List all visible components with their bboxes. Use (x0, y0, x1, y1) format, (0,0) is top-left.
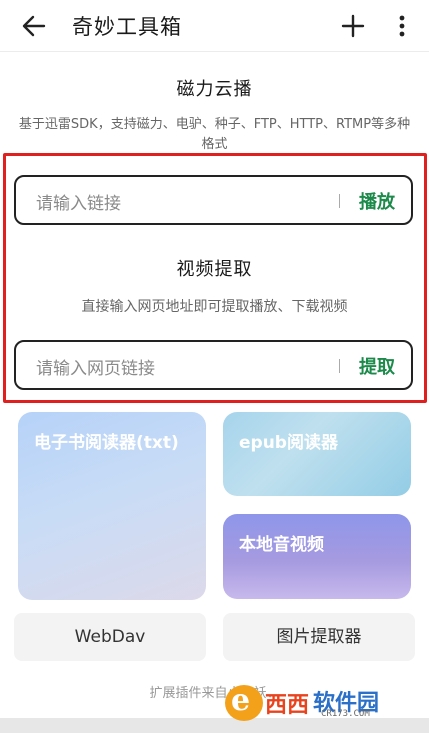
magnet-link-placeholder: 请输入链接 (36, 194, 121, 214)
input-divider (339, 359, 340, 373)
local-media-card[interactable]: 本地音视频 (223, 514, 411, 599)
watermark-url: CR173.COM (321, 709, 370, 719)
extract-button[interactable]: 提取 (359, 353, 395, 379)
ebook-reader-label: 电子书阅读器(txt) (34, 433, 179, 453)
page-title: 奇妙工具箱 (72, 15, 182, 39)
site-watermark-logo: e 西西 软件园 CR173.COM (225, 683, 415, 723)
video-description: 直接输入网页地址即可提取播放、下载视频 (81, 299, 348, 315)
webdav-button[interactable]: WebDav (14, 613, 206, 661)
magnet-description-line2: 格式 (201, 137, 228, 152)
watermark-brand: 西西 (265, 693, 310, 718)
app-bar: 奇妙工具箱 (0, 0, 429, 52)
add-icon[interactable] (340, 13, 366, 39)
video-section-title: 视频提取 (176, 259, 253, 280)
watermark-letter: e (231, 683, 251, 718)
ebook-reader-card[interactable]: 电子书阅读器(txt) (18, 412, 206, 600)
play-button[interactable]: 播放 (359, 188, 395, 214)
magnet-description-line1: 基于迅雷SDK，支持磁力、电驴、种子、FTP、HTTP、RTMP等多种 (18, 117, 411, 132)
webpage-link-input[interactable]: 请输入网页链接 提取 (14, 340, 413, 390)
magnet-section-title: 磁力云播 (176, 79, 253, 100)
epub-reader-card[interactable]: epub阅读器 (223, 412, 411, 496)
image-extractor-button[interactable]: 图片提取器 (223, 613, 415, 661)
webpage-link-placeholder: 请输入网页链接 (36, 359, 155, 379)
back-arrow-icon[interactable] (20, 12, 48, 40)
input-divider (339, 194, 340, 208)
epub-reader-label: epub阅读器 (239, 433, 338, 453)
magnet-description: 基于迅雷SDK，支持磁力、电驴、种子、FTP、HTTP、RTMP等多种 格式 (10, 115, 419, 155)
local-media-label: 本地音视频 (239, 535, 324, 555)
more-menu-icon[interactable] (392, 13, 412, 39)
magnet-link-input[interactable]: 请输入链接 播放 (14, 175, 413, 225)
